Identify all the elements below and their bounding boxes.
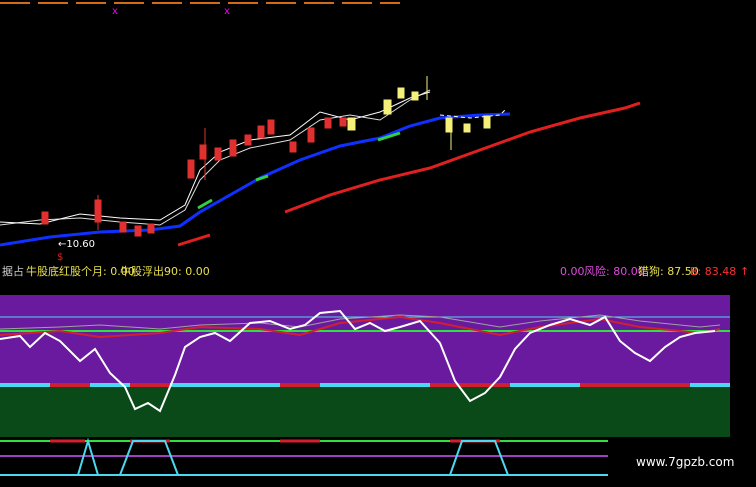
bull-out-value: 牛股浮出90: 0.00 <box>120 265 210 278</box>
b-value: B: 83.48 <box>690 265 737 278</box>
risk-value: 风险: 80.00 <box>584 265 645 278</box>
watermark-text: www.7gpzb.com <box>636 455 735 469</box>
status-left-label: 据占 <box>2 265 24 278</box>
bull-bottom-months: 牛股底红股个月: 0.00 <box>26 265 135 278</box>
zero-value: 0.00 <box>560 265 585 278</box>
svg-text:x: x <box>224 6 230 17</box>
low-price-label: ←10.60 <box>58 239 95 250</box>
green-zone <box>0 385 730 437</box>
svg-text:$: $ <box>57 252 63 263</box>
indicator-status-bar: 据占 牛股底红股个月: 0.00 牛股浮出90: 0.00 0.00 风险: 8… <box>0 263 756 281</box>
svg-text:x: x <box>112 6 118 17</box>
up-arrow-icon: ↑ <box>740 265 750 278</box>
price-chart-panel[interactable]: x x ←10.60 $ <box>0 0 756 263</box>
